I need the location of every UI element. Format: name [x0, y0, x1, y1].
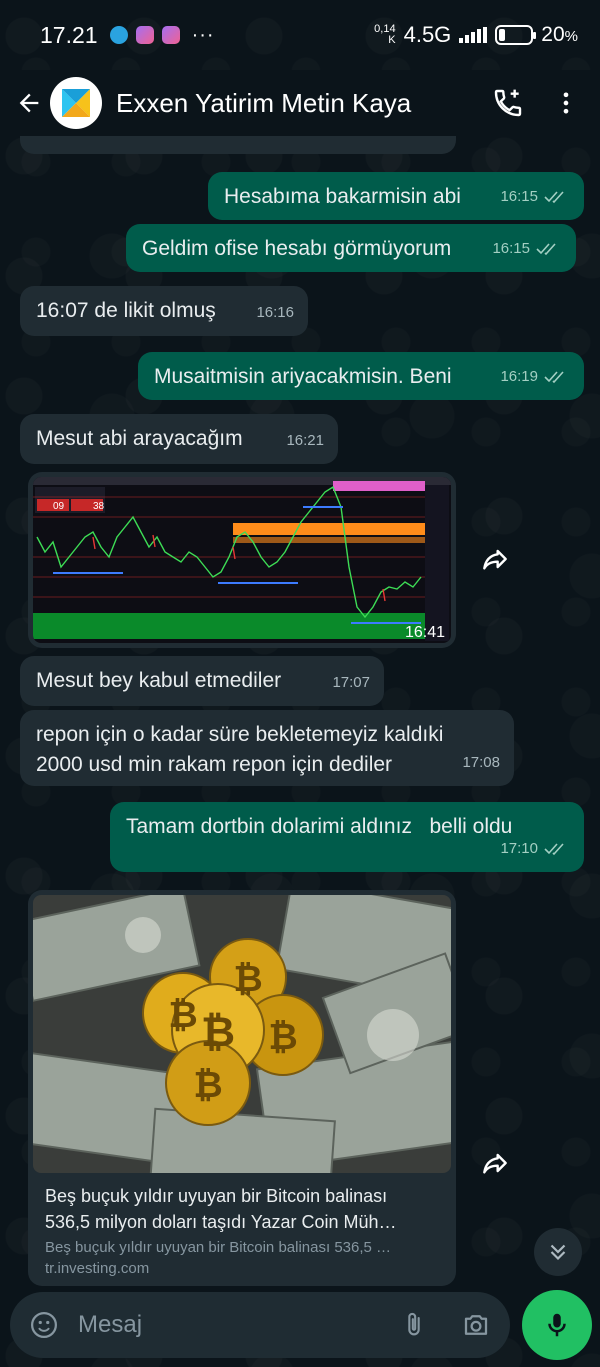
- chart-box-left-value: 09: [53, 501, 65, 512]
- message-time: 17:08: [462, 754, 500, 771]
- double-check-icon: [544, 843, 564, 856]
- message-meta: 16:15: [500, 182, 570, 212]
- message-meta: 16:15: [492, 234, 562, 264]
- double-check-icon: [544, 191, 564, 204]
- message-bubble-incoming[interactable]: repon için o kadar süre bekletemeyiz kal…: [20, 710, 514, 786]
- more-notifications-icon: ···: [191, 23, 215, 46]
- message-time: 16:16: [256, 304, 294, 321]
- message-text: Hesabıma bakarmisin abi: [224, 185, 461, 208]
- link-title-line2: 536,5 milyon doları taşıdı Yazar Coin Mü…: [45, 1212, 397, 1232]
- message-text: Mesut bey kabul etmediler: [36, 669, 282, 692]
- message-text: Geldim ofise hesabı görmüyorum: [142, 237, 452, 260]
- emoji-button[interactable]: [24, 1305, 64, 1345]
- message-text: Musaitmisin ariyacakmisin. Beni: [154, 365, 452, 388]
- microphone-icon: [548, 1313, 566, 1337]
- message-bubble-outgoing[interactable]: Tamam dortbin dolarimi aldınız belli old…: [110, 802, 584, 872]
- add-call-icon: [494, 89, 522, 117]
- chat-header: Exxen Yatirim Metin Kaya: [0, 70, 600, 136]
- trading-chart-image[interactable]: 09 38 16:41: [33, 477, 451, 643]
- link-title-line1: Beş buçuk yıldır uyuyan bir Bitcoin bali…: [45, 1186, 388, 1206]
- message-meta: 17:08: [462, 748, 500, 778]
- network-type: 4.5G: [403, 22, 452, 47]
- double-chevron-down-icon: [550, 1244, 566, 1261]
- status-time: 17.21: [40, 21, 98, 48]
- message-bubble-outgoing[interactable]: Geldim ofise hesabı görmüyorum 16:15: [126, 224, 576, 272]
- back-button[interactable]: [14, 88, 44, 118]
- message-time: 16:21: [286, 432, 324, 449]
- message-text: 16:07 de likit olmuş: [36, 299, 216, 322]
- message-time: 16:19: [500, 368, 538, 385]
- message-text: Mesut abi arayacağım: [36, 427, 243, 450]
- back-arrow-icon: [19, 93, 39, 113]
- paperclip-icon: [408, 1312, 420, 1336]
- message-bubble-outgoing[interactable]: Hesabıma bakarmisin abi 16:15: [208, 172, 584, 220]
- attach-button[interactable]: [394, 1305, 434, 1345]
- image-message[interactable]: 09 38 16:41: [28, 472, 456, 648]
- scroll-to-bottom-button[interactable]: [534, 1228, 582, 1276]
- link-title[interactable]: Beş buçuk yıldır uyuyan bir Bitcoin bali…: [33, 1173, 451, 1235]
- message-time: 16:15: [500, 188, 538, 205]
- chat-title[interactable]: Exxen Yatirim Metin Kaya: [116, 88, 470, 119]
- message-text-line2: 2000 usd min rakam repon için dediler: [36, 753, 393, 776]
- svg-text:₿: ₿: [201, 1007, 235, 1056]
- forward-icon: [483, 549, 507, 570]
- app-icon: [135, 26, 154, 44]
- camera-button[interactable]: [456, 1305, 496, 1345]
- link-description: Beş buçuk yıldır uyuyan bir Bitcoin bali…: [45, 1239, 392, 1256]
- message-meta: 17:07: [332, 668, 370, 698]
- message-composer: [10, 1292, 510, 1358]
- double-check-icon: [544, 371, 564, 384]
- message-input[interactable]: [78, 1311, 394, 1339]
- message-time: 17:07: [332, 674, 370, 691]
- message-bubble-incoming[interactable]: Mesut abi arayacağım 16:21: [20, 414, 338, 464]
- status-bar: 17.21 ··· 0,14 K 4.5G 20%: [0, 0, 600, 70]
- link-preview-message[interactable]: ₿ ₿ ₿ ₿ ₿ Beş buçuk yıldır uyuyan bir Bi…: [28, 890, 456, 1286]
- app-icon-2: [161, 26, 180, 44]
- image-timestamp: 16:41: [405, 624, 445, 641]
- link-domain: tr.investing.com: [45, 1260, 150, 1277]
- camera-icon: [464, 1315, 488, 1335]
- telegram-icon: [109, 26, 128, 44]
- add-call-button[interactable]: [488, 83, 528, 123]
- message-text-line1: repon için o kadar süre bekletemeyiz kal…: [36, 723, 444, 746]
- message-bubble-incoming[interactable]: 16:07 de likit olmuş 16:16: [20, 286, 308, 336]
- svg-text:₿: ₿: [168, 995, 197, 1036]
- message-bubble-outgoing[interactable]: Musaitmisin ariyacakmisin. Beni 16:19: [138, 352, 584, 400]
- forward-button[interactable]: [474, 538, 516, 580]
- battery-icon: [495, 25, 537, 45]
- svg-text:₿: ₿: [233, 959, 262, 1000]
- signal-icon: [459, 27, 488, 43]
- menu-button[interactable]: [546, 83, 586, 123]
- speed-unit: K: [388, 34, 396, 46]
- message-time: 17:10: [500, 840, 538, 857]
- message-time: 16:15: [492, 240, 530, 257]
- svg-text:₿: ₿: [193, 1065, 222, 1106]
- message-text: Tamam dortbin dolarimi aldınız belli old…: [126, 815, 513, 838]
- voice-message-button[interactable]: [522, 1290, 592, 1360]
- forward-icon: [483, 1153, 507, 1174]
- avatar[interactable]: [50, 77, 102, 129]
- forward-button[interactable]: [474, 1142, 516, 1184]
- double-check-icon: [536, 243, 556, 256]
- exxen-logo-icon: [62, 89, 90, 117]
- network-speed: 0,14 K: [374, 24, 395, 46]
- message-meta: 16:19: [500, 362, 570, 392]
- chart-box-right-value: 38: [93, 501, 105, 512]
- emoji-icon: [31, 1312, 57, 1338]
- message-meta: 17:10: [500, 834, 570, 864]
- message-meta: 16:16: [256, 298, 294, 328]
- battery-percent: 20%: [541, 23, 578, 46]
- message-meta: 16:21: [286, 426, 324, 456]
- more-vertical-icon: [563, 92, 569, 114]
- bitcoin-news-image[interactable]: ₿ ₿ ₿ ₿ ₿: [33, 895, 451, 1173]
- message-bubble-incoming[interactable]: Mesut bey kabul etmediler 17:07: [20, 656, 384, 706]
- svg-text:₿: ₿: [268, 1017, 297, 1058]
- battery-level: [499, 29, 506, 41]
